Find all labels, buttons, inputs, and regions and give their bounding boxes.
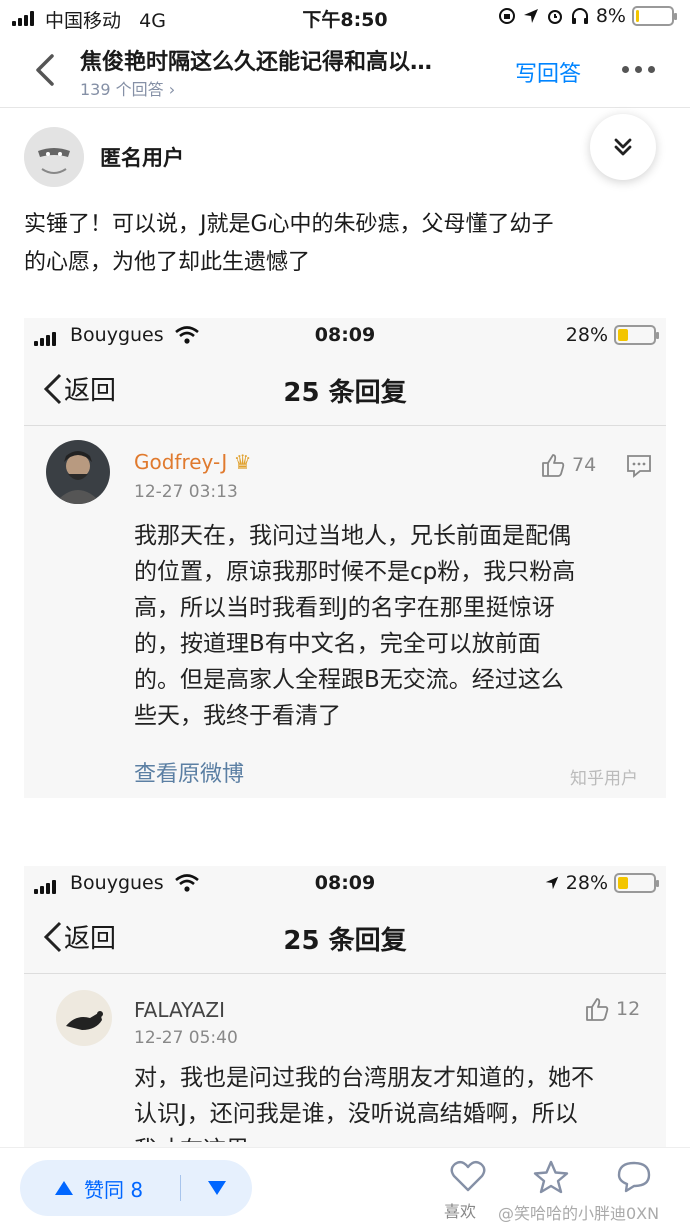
upvote-button[interactable]: 赞同 8 <box>20 1174 180 1203</box>
star-icon <box>533 1160 569 1194</box>
like-count: 12 <box>616 998 641 1020</box>
reply-line: 我才在这里 <box>134 1132 664 1142</box>
favorite-action[interactable] <box>521 1160 581 1198</box>
alarm-icon <box>547 10 562 24</box>
question-header: 焦俊艳时隔这么久还能记得和高以… 139 个回答 › 写回答 <box>0 36 690 108</box>
embedded-screenshot-1: Bouygues 08:09 28% 返回 25 条回复 Godfrey-J ♛… <box>24 318 666 798</box>
battery-icon <box>614 325 659 345</box>
zhihu-watermark: 知乎用户 <box>570 769 638 789</box>
user-avatar <box>56 990 112 1046</box>
replies-title: 25 条回复 <box>283 926 407 956</box>
anonymous-avatar[interactable] <box>24 127 84 187</box>
embedded-screenshot-2: Bouygues 08:09 28% 返回 25 条回复 FALAYAZI 12… <box>24 866 666 1147</box>
reply-line: 对，我也是问过我的台湾朋友才知道的，她不 <box>134 1065 594 1091</box>
battery-percent: 28% <box>565 872 608 894</box>
thumbs-up-icon <box>586 998 609 1021</box>
reply-body: 我那天在，我问过当地人，兄长前面是配偶 的位置，原谅我那时候不是cp粉，我只粉高… <box>134 518 654 734</box>
location-icon <box>545 876 558 890</box>
like-button: 74 <box>540 452 596 478</box>
reply-line: 些天，我终于看清了 <box>134 703 341 729</box>
reply-line: 的。但是高家人全程跟B无交流。经过这么 <box>134 667 564 693</box>
more-options-icon[interactable] <box>622 66 655 73</box>
rotation-lock-icon <box>498 8 515 24</box>
answer-line: 实锤了！可以说，J就是G心中的朱砂痣，父母懂了幼子 <box>24 212 554 237</box>
location-icon <box>523 9 538 23</box>
reply-line: 的位置，原谅我那时候不是cp粉，我只粉高 <box>134 559 576 585</box>
like-button: 12 <box>584 996 640 1022</box>
headphones-icon <box>571 8 588 24</box>
like-action[interactable] <box>438 1160 498 1196</box>
answer-author[interactable]: 匿名用户 <box>24 127 184 187</box>
double-chevron-down-icon <box>614 138 632 156</box>
battery-percent: 8% <box>595 5 626 27</box>
user-avatar <box>46 440 110 504</box>
embedded-status-bar: Bouygues 08:09 28% <box>24 866 666 902</box>
downvote-button[interactable] <box>181 1180 252 1196</box>
reply-username: FALAYAZI <box>134 998 226 1022</box>
triangle-up-icon <box>55 1181 73 1195</box>
triangle-down-icon <box>207 1181 226 1195</box>
write-answer-button[interactable]: 写回答 <box>515 56 581 88</box>
reply-line: 高，所以当时我看到J的名字在那里挺惊讶 <box>134 595 555 621</box>
embedded-nav: 返回 25 条回复 <box>24 902 666 974</box>
reply-time: 12-27 03:13 <box>134 482 238 502</box>
battery-percent: 28% <box>565 324 608 346</box>
collapse-button[interactable] <box>590 114 656 180</box>
author-name[interactable]: 匿名用户 <box>100 142 184 172</box>
reply-line: 认识J，还问我是谁，没听说高结婚啊，所以 <box>134 1101 578 1127</box>
reply-line: 我那天在，我问过当地人，兄长前面是配偶 <box>134 523 571 549</box>
reply-body: 对，我也是问过我的台湾朋友才知道的，她不 认识J，还问我是谁，没听说高结婚啊，所… <box>134 1060 664 1142</box>
upvote-label: 赞同 8 <box>84 1177 144 1202</box>
vote-group: 赞同 8 <box>20 1160 252 1216</box>
reply-line: 的，按道理B有中文名，完全可以放前面 <box>134 631 541 657</box>
battery-icon <box>614 873 659 893</box>
status-bar: 中国移动 4G 下午8:50 8% <box>0 0 690 36</box>
question-title[interactable]: 焦俊艳时隔这么久还能记得和高以… <box>80 44 432 76</box>
back-arrow-icon[interactable] <box>30 50 60 90</box>
embedded-nav: 返回 25 条回复 <box>24 354 666 426</box>
reply-time: 12-27 05:40 <box>134 1028 238 1048</box>
heart-icon <box>450 1160 486 1192</box>
battery-icon <box>632 6 677 26</box>
thumbs-up-icon <box>542 454 565 477</box>
comment-action[interactable] <box>604 1160 664 1198</box>
answer-count[interactable]: 139 个回答 › <box>80 76 175 100</box>
vip-crown-icon: ♛ <box>233 450 252 474</box>
reply-username: Godfrey-J <box>134 450 228 474</box>
answer-line: 的心愿，为他了却此生遗憾了 <box>24 250 311 275</box>
comment-bubble-icon <box>617 1161 651 1193</box>
bottom-action-bar: 赞同 8 喜欢 @笑哈哈的小胖迪0XN <box>0 1147 690 1227</box>
answer-text: 实锤了！可以说，J就是G心中的朱砂痣，父母懂了幼子 的心愿，为他了却此生遗憾了 <box>24 206 664 282</box>
like-count: 74 <box>572 454 597 476</box>
weibo-watermark: @笑哈哈的小胖迪0XN <box>498 1204 660 1223</box>
view-original-weibo-link: 查看原微博 <box>134 762 245 787</box>
like-label: 喜欢 <box>444 1202 477 1221</box>
replies-title: 25 条回复 <box>283 378 407 408</box>
embedded-status-bar: Bouygues 08:09 28% <box>24 318 666 354</box>
reply-comment-icon <box>627 455 651 478</box>
